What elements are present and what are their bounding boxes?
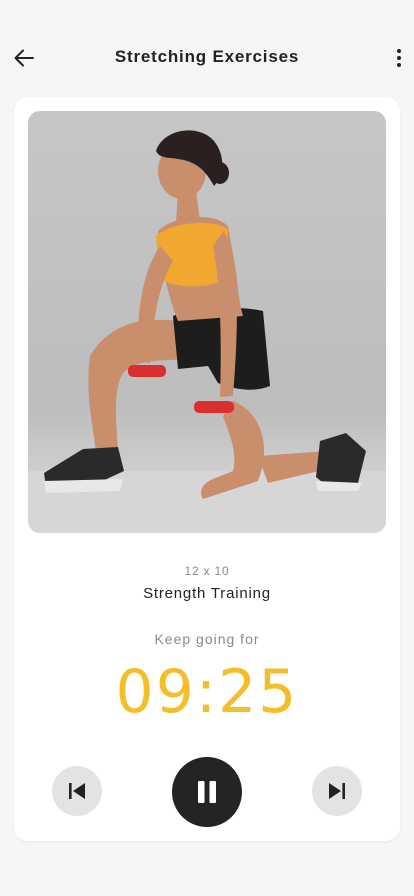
exercise-illustration — [28, 130, 386, 533]
reps-label: 12 x 10 — [184, 564, 230, 578]
skip-next-icon — [329, 783, 345, 799]
more-options-button[interactable] — [392, 44, 406, 72]
exercise-image — [28, 111, 386, 533]
more-vertical-icon — [397, 49, 401, 53]
pause-button[interactable] — [172, 757, 242, 827]
previous-button[interactable] — [52, 766, 102, 816]
exercise-name: Strength Training — [143, 585, 271, 602]
pause-icon — [198, 781, 216, 803]
page-title: Stretching Exercises — [114, 47, 300, 66]
keep-going-label: Keep going for — [154, 631, 260, 647]
next-button[interactable] — [312, 766, 362, 816]
workout-card: 12 x 10 Strength Training Keep going for… — [14, 97, 400, 841]
skip-previous-icon — [69, 783, 85, 799]
countdown-timer: 09:25 — [115, 657, 299, 727]
